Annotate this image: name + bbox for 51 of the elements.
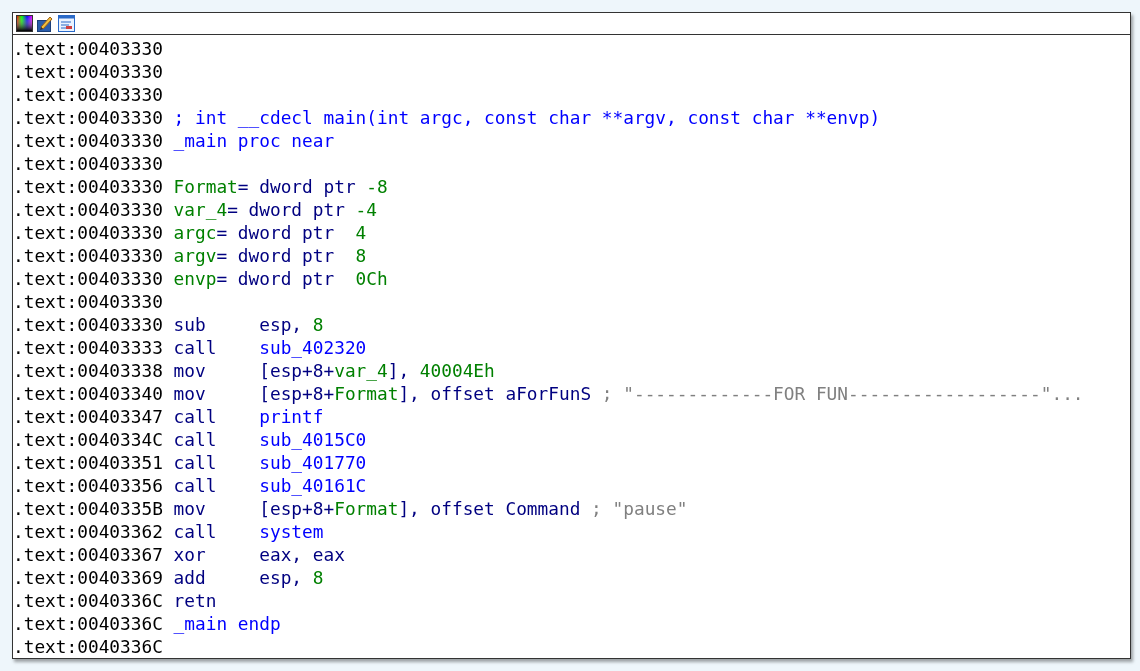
line-address: .text:00403330 [13, 313, 163, 336]
code-text: add esp, 8 [173, 566, 324, 589]
code-text: _main endp [173, 612, 281, 635]
line-address: .text:00403367 [13, 543, 163, 566]
line-address: .text:00403330 [13, 129, 163, 152]
code-text: argc= dword ptr 4 [173, 221, 367, 244]
line-address: .text:00403369 [13, 566, 163, 589]
code-text: call system [173, 520, 324, 543]
line-address: .text:00403330 [13, 267, 163, 290]
line-address: .text:00403330 [13, 198, 163, 221]
code-text: retn [173, 589, 218, 612]
code-text: Format= dword ptr -8 [173, 175, 388, 198]
line-address: .text:00403362 [13, 520, 163, 543]
line-address: .text:00403330 [13, 152, 163, 175]
line-address: .text:00403330 [13, 60, 163, 83]
line-address: .text:00403330 [13, 244, 163, 267]
line-address: .text:0040336C [13, 635, 163, 658]
line-address: .text:00403333 [13, 336, 163, 359]
code-text: call sub_4015C0 [173, 428, 367, 451]
code-text: call sub_401770 [173, 451, 367, 474]
code-text: argv= dword ptr 8 [173, 244, 367, 267]
line-address: .text:00403356 [13, 474, 163, 497]
line-address: .text:00403351 [13, 451, 163, 474]
palette-icon[interactable] [16, 15, 33, 32]
line-address: .text:00403330 [13, 221, 163, 244]
line-address: .text:00403338 [13, 359, 163, 382]
line-address: .text:0040335B [13, 497, 163, 520]
code-text: envp= dword ptr 0Ch [173, 267, 388, 290]
line-address: .text:0040336C [13, 589, 163, 612]
line-address: .text:0040334C [13, 428, 163, 451]
line-address: .text:00403330 [13, 175, 163, 198]
code-text: mov [esp+8+Format], offset aForFunS ; "-------------FOR FUN------------------"... [173, 382, 1084, 405]
line-address: .text:00403330 [13, 106, 163, 129]
code-text: sub esp, 8 [173, 313, 324, 336]
line-address: .text:00403330 [13, 290, 163, 313]
code-text: var_4= dword ptr -4 [173, 198, 377, 221]
code-text: ; int __cdecl main(int argc, const char **argv, const char **envp) [173, 106, 881, 129]
line-address: .text:0040336C [13, 612, 163, 635]
edit-icon[interactable] [37, 15, 54, 32]
code-text: _main proc near [173, 129, 335, 152]
code-text: mov [esp+8+var_4], 40004Eh [173, 359, 495, 382]
code-text: call sub_40161C [173, 474, 367, 497]
code-text: call sub_402320 [173, 336, 367, 359]
line-address: .text:00403330 [13, 37, 163, 60]
line-address: .text:00403347 [13, 405, 163, 428]
code-text: call printf [173, 405, 324, 428]
graph-icon[interactable] [58, 15, 75, 32]
line-address: .text:00403340 [13, 382, 163, 405]
code-text: xor eax, eax [173, 543, 345, 566]
code-text: mov [esp+8+Format], offset Command ; "pause" [173, 497, 688, 520]
line-address: .text:00403330 [13, 83, 163, 106]
